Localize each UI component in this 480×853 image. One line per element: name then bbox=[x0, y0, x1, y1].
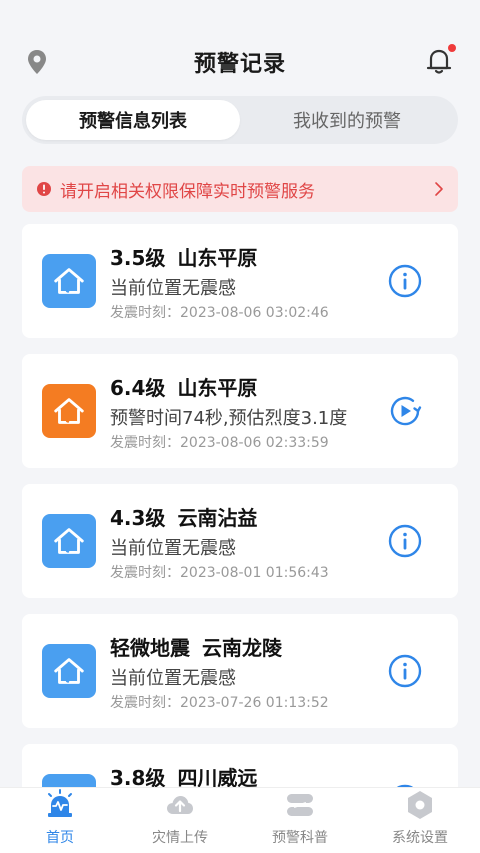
header: 预警记录 bbox=[0, 30, 480, 94]
card-time: 发震时刻：2023-08-01 01:56:43 bbox=[110, 565, 329, 581]
info-icon[interactable] bbox=[388, 264, 422, 298]
warning-card[interactable]: 4.3级 云南沾益 当前位置无震感 发震时刻：2023-08-01 01:56:4… bbox=[22, 484, 458, 598]
location: 山东平原 bbox=[177, 376, 258, 400]
cloud-upload-icon bbox=[167, 796, 193, 814]
nav-label: 灾情上传 bbox=[152, 830, 208, 846]
card-detail: 预警时间74秒,预估烈度3.1度 bbox=[110, 408, 348, 429]
tab-received-warnings[interactable]: 我收到的预警 bbox=[240, 100, 454, 140]
card-title: 6.4级 山东平原 bbox=[110, 372, 257, 401]
warning-card[interactable]: 轻微地震 云南龙陵 当前位置无震感 发震时刻：2023-07-26 01:13:5… bbox=[22, 614, 458, 728]
info-icon[interactable] bbox=[388, 654, 422, 688]
info-icon[interactable] bbox=[388, 524, 422, 558]
card-title: 轻微地震 云南龙陵 bbox=[110, 632, 282, 661]
magnitude: 4.3级 bbox=[110, 506, 166, 530]
earthquake-house-icon bbox=[42, 514, 96, 568]
earthquake-house-icon bbox=[42, 384, 96, 438]
chevron-right-icon bbox=[435, 182, 443, 196]
permission-notice[interactable]: 请开启相关权限保障实时预警服务 bbox=[22, 166, 458, 212]
alarm-icon bbox=[48, 789, 72, 817]
nav-label: 预警科普 bbox=[272, 830, 328, 846]
nav-home[interactable]: 首页 bbox=[0, 788, 120, 853]
nav-label: 首页 bbox=[46, 830, 74, 846]
nav-disaster-upload[interactable]: 灾情上传 bbox=[120, 788, 240, 853]
earthquake-house-icon bbox=[42, 254, 96, 308]
notice-text: 请开启相关权限保障实时预警服务 bbox=[60, 181, 315, 202]
segmented-tabs: 预警信息列表 我收到的预警 bbox=[22, 96, 458, 144]
warning-card[interactable]: 6.4级 山东平原 预警时间74秒,预估烈度3.1度 发震时刻：2023-08-0… bbox=[22, 354, 458, 468]
location-icon[interactable] bbox=[24, 48, 50, 76]
earthquake-house-icon bbox=[42, 644, 96, 698]
nav-warning-science[interactable]: 预警科普 bbox=[240, 788, 360, 853]
location: 山东平原 bbox=[177, 246, 258, 270]
card-time: 发震时刻：2023-07-26 01:13:52 bbox=[110, 695, 329, 711]
bottom-nav: 首页 灾情上传 预警科普 系统设置 bbox=[0, 787, 480, 853]
card-detail: 当前位置无震感 bbox=[110, 668, 236, 689]
replay-icon[interactable] bbox=[388, 394, 422, 428]
card-detail: 当前位置无震感 bbox=[110, 278, 236, 299]
magnitude: 3.5级 bbox=[110, 246, 166, 270]
location: 云南沾益 bbox=[177, 506, 258, 530]
status-bar bbox=[0, 0, 480, 30]
warning-list: 3.5级 山东平原 当前位置无震感 发震时刻：2023-08-06 03:02:4… bbox=[22, 224, 458, 853]
card-detail: 当前位置无震感 bbox=[110, 538, 236, 559]
magnitude: 轻微地震 bbox=[110, 636, 190, 660]
card-time: 发震时刻：2023-08-06 02:33:59 bbox=[110, 435, 329, 451]
page-title: 预警记录 bbox=[193, 52, 286, 77]
card-title: 4.3级 云南沾益 bbox=[110, 502, 257, 531]
nav-label: 系统设置 bbox=[392, 830, 448, 846]
alert-icon bbox=[37, 182, 51, 196]
card-title: 3.5级 山东平原 bbox=[110, 242, 257, 271]
card-time: 发震时刻：2023-08-06 03:02:46 bbox=[110, 305, 329, 321]
warning-card[interactable]: 3.5级 山东平原 当前位置无震感 发震时刻：2023-08-06 03:02:4… bbox=[22, 224, 458, 338]
notification-button[interactable] bbox=[422, 44, 456, 78]
location: 云南龙陵 bbox=[202, 636, 282, 660]
nav-system-settings[interactable]: 系统设置 bbox=[360, 788, 480, 853]
book-icon bbox=[287, 794, 313, 816]
notification-badge bbox=[448, 44, 456, 52]
magnitude: 6.4级 bbox=[110, 376, 166, 400]
settings-icon bbox=[408, 791, 432, 819]
tab-warning-list[interactable]: 预警信息列表 bbox=[26, 100, 240, 140]
